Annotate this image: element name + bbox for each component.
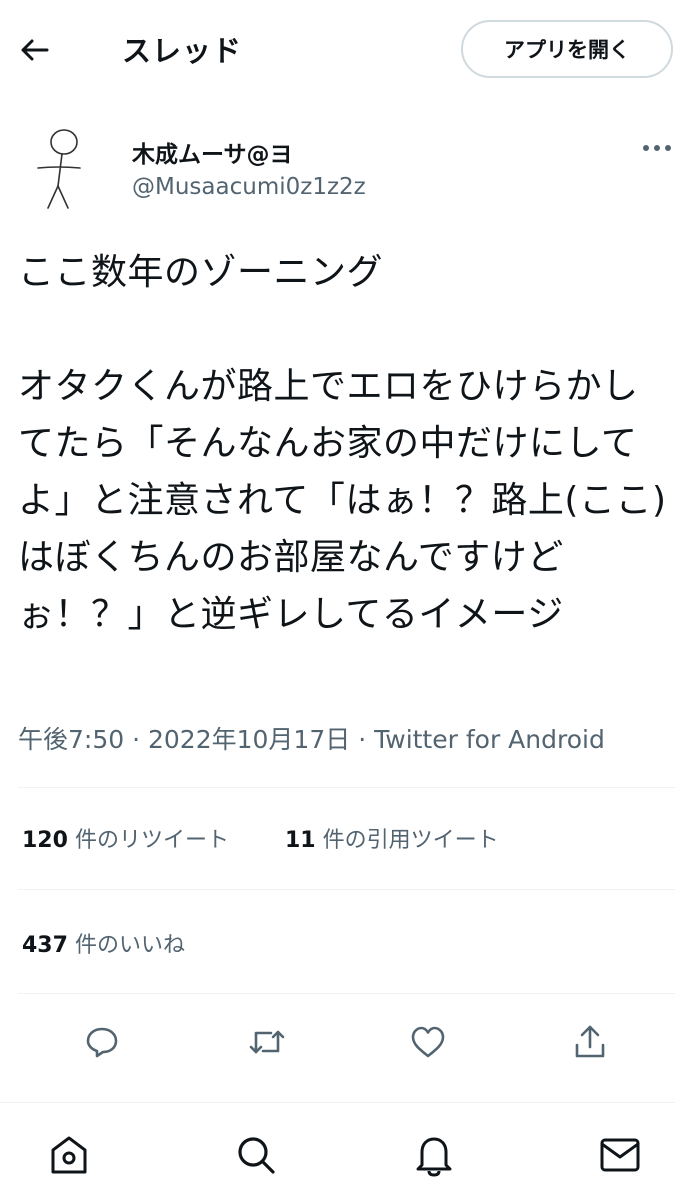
author-display-name[interactable]: 木成ムーサ@ヨ — [132, 135, 293, 169]
likes-count: 437 — [22, 933, 68, 958]
retweets-label: 件のリツイート — [74, 828, 229, 853]
share-icon — [575, 1025, 605, 1058]
more-button[interactable] — [642, 133, 672, 163]
tweet-metadata: 午後7:50 · 2022年10月17日 · Twitter for Andro… — [18, 720, 605, 756]
search-icon — [238, 1137, 275, 1174]
quotes-label: 件の引用ツイート — [322, 828, 499, 853]
retweets-stat[interactable]: 120 件のリツイート — [22, 828, 229, 853]
stick-figure-avatar-icon — [37, 129, 81, 209]
share-button[interactable] — [570, 1022, 610, 1062]
quotes-stat[interactable]: 11 件の引用ツイート — [285, 828, 499, 853]
nav-home[interactable] — [47, 1133, 91, 1177]
back-button[interactable] — [14, 30, 54, 70]
top-bar: スレッド アプリを開く — [0, 0, 675, 104]
bottom-nav — [0, 1102, 675, 1201]
reply-button[interactable] — [82, 1022, 122, 1062]
divider — [18, 889, 675, 890]
bell-icon — [416, 1137, 452, 1177]
tweet-date[interactable]: 2022年10月17日 — [148, 725, 350, 754]
retweet-icon — [249, 1030, 285, 1054]
like-button[interactable] — [408, 1022, 448, 1062]
retweets-count: 120 — [22, 828, 68, 853]
home-icon — [51, 1136, 87, 1174]
back-arrow-icon — [21, 39, 49, 61]
divider — [18, 787, 675, 788]
quotes-count: 11 — [284, 828, 316, 853]
retweet-button[interactable] — [247, 1022, 287, 1062]
mail-icon — [600, 1138, 640, 1172]
heart-icon — [411, 1026, 445, 1058]
likes-label: 件のいいね — [74, 933, 185, 958]
open-app-button[interactable]: アプリを開く — [461, 20, 673, 78]
tweet-time[interactable]: 午後7:50 — [18, 725, 124, 754]
nav-explore[interactable] — [234, 1133, 278, 1177]
more-icon — [643, 145, 671, 151]
tweet-source[interactable]: Twitter for Android — [374, 725, 605, 754]
meta-separator: · — [358, 725, 367, 754]
stats-row: 120 件のリツイート 11 件の引用ツイート — [22, 822, 499, 854]
nav-notifications[interactable] — [412, 1133, 456, 1177]
likes-stat[interactable]: 437 件のいいね — [22, 927, 185, 959]
divider — [18, 993, 675, 994]
tweet-text: ここ数年のゾーニング オタクくんが路上でエロをひけらかしてたら「そんなんお家の中… — [18, 252, 667, 635]
author-handle[interactable]: @Musaacumi0z1z2z — [132, 174, 366, 200]
meta-separator: · — [132, 725, 141, 754]
avatar[interactable] — [22, 122, 106, 217]
reply-icon — [86, 1027, 118, 1058]
nav-messages[interactable] — [598, 1133, 642, 1177]
page-title: スレッド — [122, 34, 243, 68]
